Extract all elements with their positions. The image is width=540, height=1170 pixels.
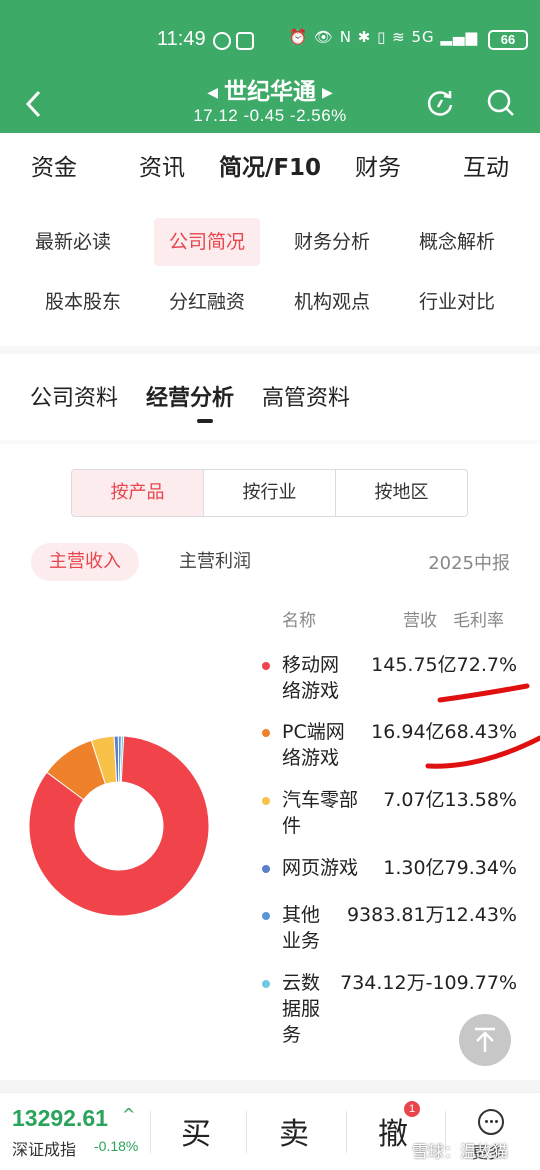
section-tabs: 公司资料 经营分析 高管资料 (30, 380, 350, 412)
sell-button[interactable]: 卖 (279, 1109, 309, 1153)
legend-header-margin: 毛利率 (453, 611, 504, 631)
refresh-icon (427, 91, 453, 116)
index-value: 13292.61 (12, 1105, 108, 1131)
legend-header-revenue: 营收 (403, 611, 437, 631)
scroll-to-top-button[interactable] (459, 1014, 511, 1066)
divider (0, 346, 540, 354)
subnav-concept-analysis[interactable]: 概念解析 (404, 218, 510, 266)
message-icon (236, 32, 254, 50)
legend-value: 145.75亿72.7% (371, 654, 517, 676)
divider (150, 1111, 151, 1153)
legend-value: 16.94亿68.43% (371, 721, 517, 743)
next-stock-icon[interactable]: ▶ (322, 85, 333, 101)
battery-icon: 66 (488, 30, 528, 50)
notification-icon (213, 32, 231, 50)
subnav-financial-analysis[interactable]: 财务分析 (279, 218, 385, 266)
arrow-up-icon (475, 1027, 495, 1052)
segment-by-industry[interactable]: 按行业 (204, 470, 336, 516)
tab-executives[interactable]: 高管资料 (262, 380, 350, 412)
active-tab-indicator (197, 419, 213, 423)
tab-profile-f10[interactable]: 简况/F10 (216, 148, 324, 182)
tab-news[interactable]: 资讯 (108, 148, 216, 182)
subnav-shareholders[interactable]: 股本股东 (30, 278, 136, 326)
legend-color-dot (262, 865, 270, 873)
legend-color-dot (262, 797, 270, 805)
pill-main-revenue[interactable]: 主营收入 (31, 543, 139, 581)
legend-value: 9383.81万12.43% (346, 904, 517, 926)
divider (0, 440, 540, 444)
legend-value: 7.07亿13.58% (383, 789, 517, 811)
pill-main-profit[interactable]: 主营利润 (161, 543, 269, 581)
legend-category-name: PC端网 络游戏 (282, 721, 345, 769)
stock-quote: 17.12 -0.45 -2.56% (193, 106, 347, 125)
more-icon[interactable] (478, 1109, 504, 1135)
segment-by-product[interactable]: 按产品 (72, 470, 204, 516)
status-time: 11:49 (157, 28, 206, 50)
divider (246, 1111, 247, 1153)
buy-button[interactable]: 买 (181, 1109, 211, 1153)
subnav-latest-must-read[interactable]: 最新必读 (20, 218, 126, 266)
refresh-button[interactable] (425, 88, 455, 118)
breakdown-segment: 按产品 按行业 按地区 (71, 469, 468, 517)
tab-funds[interactable]: 资金 (0, 148, 108, 182)
subnav-company-profile[interactable]: 公司简况 (154, 218, 260, 266)
cancel-order-button[interactable]: 撤 (378, 1109, 408, 1153)
stock-title-row: ◀ 世纪华通 ▶ (0, 72, 540, 106)
search-button[interactable] (486, 88, 516, 118)
tab-interaction[interactable]: 互动 (432, 148, 540, 182)
subnav-industry-compare[interactable]: 行业对比 (404, 278, 510, 326)
legend-category-name: 云数 据服务 (282, 972, 321, 1046)
legend-value: 1.30亿79.34% (383, 857, 517, 879)
legend-header-name: 名称 (282, 611, 316, 631)
legend-color-dot (262, 980, 270, 988)
legend-color-dot (262, 912, 270, 920)
legend-color-dot (262, 729, 270, 737)
report-period[interactable]: 2025中报 (428, 549, 510, 575)
watermark: 雪球：温故猫 (412, 1142, 509, 1161)
prev-stock-icon[interactable]: ◀ (207, 85, 218, 101)
subnav-institutional-views[interactable]: 机构观点 (279, 278, 385, 326)
legend-category-name: 移动网 络游戏 (282, 654, 340, 702)
legend-category-name: 汽车零部件 (282, 789, 359, 837)
app-header: 11:49 ⏰ 👁 N ✱ ▯ ≋ 5G ▂▄▆ 66 ◀ 世纪华通 ▶ 17.12… (0, 0, 540, 133)
legend-category-name: 网页游戏 (282, 857, 359, 879)
legend-color-dot (262, 662, 270, 670)
legend-value: 734.12万-109.77% (340, 972, 517, 994)
tab-financials[interactable]: 财务 (324, 148, 432, 182)
divider (346, 1111, 347, 1153)
search-icon (487, 89, 514, 116)
subnav-dividends[interactable]: 分红融资 (154, 278, 260, 326)
segment-by-region[interactable]: 按地区 (336, 470, 467, 516)
index-change: -0.18% (94, 1138, 139, 1154)
revenue-donut-chart (28, 735, 210, 917)
tab-company-info[interactable]: 公司资料 (30, 380, 118, 412)
cancel-badge: 1 (404, 1101, 420, 1117)
tab-operations-analysis[interactable]: 经营分析 (146, 380, 234, 412)
divider (0, 1080, 540, 1092)
main-tabs: 资金 资讯 简况/F10 财务 互动 (0, 133, 540, 197)
legend-category-name: 其他 业务 (282, 904, 321, 952)
caret-up-icon: ^ (122, 1105, 136, 1124)
stock-name: 世纪华通 (224, 79, 316, 105)
index-name: 深证成指 (12, 1140, 77, 1159)
status-icons: ⏰ 👁 N ✱ ▯ ≋ 5G ▂▄▆ (288, 28, 478, 46)
